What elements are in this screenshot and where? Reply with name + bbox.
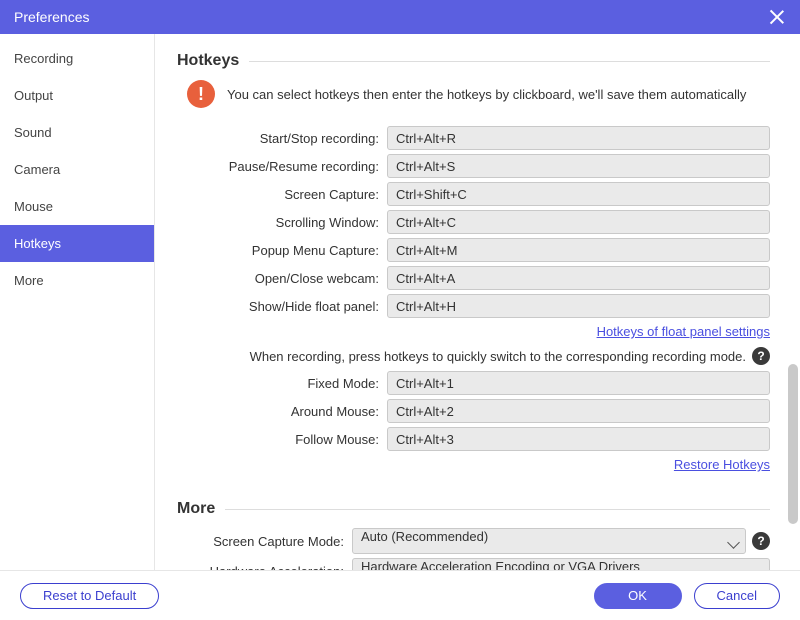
field-label: Scrolling Window: bbox=[177, 215, 387, 230]
field-label: Hardware Acceleration: bbox=[177, 564, 352, 571]
window-title: Preferences bbox=[14, 9, 89, 25]
close-icon[interactable] bbox=[768, 8, 786, 26]
info-text: You can select hotkeys then enter the ho… bbox=[227, 87, 746, 102]
hotkey-input-popup-menu[interactable] bbox=[387, 238, 770, 262]
field-label: Fixed Mode: bbox=[177, 376, 387, 391]
hotkey-input-around-mouse[interactable] bbox=[387, 399, 770, 423]
sidebar-item-hotkeys[interactable]: Hotkeys bbox=[0, 225, 154, 262]
hotkey-input-start-stop[interactable] bbox=[387, 126, 770, 150]
field-label: Popup Menu Capture: bbox=[177, 243, 387, 258]
ok-button[interactable]: OK bbox=[594, 583, 682, 609]
hotkey-input-follow-mouse[interactable] bbox=[387, 427, 770, 451]
hotkey-input-screen-capture[interactable] bbox=[387, 182, 770, 206]
sidebar-item-mouse[interactable]: Mouse bbox=[0, 188, 154, 225]
field-label: Follow Mouse: bbox=[177, 432, 387, 447]
hotkey-input-webcam[interactable] bbox=[387, 266, 770, 290]
field-label: Start/Stop recording: bbox=[177, 131, 387, 146]
select-capture-mode[interactable]: Auto (Recommended) bbox=[352, 528, 746, 554]
sidebar: Recording Output Sound Camera Mouse Hotk… bbox=[0, 34, 155, 570]
hotkey-input-scrolling-window[interactable] bbox=[387, 210, 770, 234]
sidebar-item-sound[interactable]: Sound bbox=[0, 114, 154, 151]
field-label: Pause/Resume recording: bbox=[177, 159, 387, 174]
sidebar-item-output[interactable]: Output bbox=[0, 77, 154, 114]
hotkey-input-pause-resume[interactable] bbox=[387, 154, 770, 178]
select-hw-accel[interactable]: Hardware Acceleration Encoding or VGA Dr… bbox=[352, 558, 770, 570]
cancel-button[interactable]: Cancel bbox=[694, 583, 780, 609]
titlebar: Preferences bbox=[0, 0, 800, 34]
field-label: Show/Hide float panel: bbox=[177, 299, 387, 314]
content-area: Hotkeys ! You can select hotkeys then en… bbox=[155, 34, 800, 570]
divider bbox=[249, 61, 770, 62]
field-label: Screen Capture Mode: bbox=[177, 534, 352, 549]
sidebar-item-more[interactable]: More bbox=[0, 262, 154, 299]
sidebar-item-recording[interactable]: Recording bbox=[0, 40, 154, 77]
reset-button[interactable]: Reset to Default bbox=[20, 583, 159, 609]
field-label: Open/Close webcam: bbox=[177, 271, 387, 286]
scrollbar[interactable] bbox=[788, 364, 798, 524]
mode-note-text: When recording, press hotkeys to quickly… bbox=[250, 349, 746, 364]
help-icon[interactable]: ? bbox=[752, 347, 770, 365]
divider bbox=[225, 509, 770, 510]
exclamation-icon: ! bbox=[187, 80, 215, 108]
section-title-hotkeys: Hotkeys bbox=[177, 52, 239, 70]
hotkey-input-float-panel[interactable] bbox=[387, 294, 770, 318]
section-title-more: More bbox=[177, 500, 215, 518]
link-restore-hotkeys[interactable]: Restore Hotkeys bbox=[674, 457, 770, 472]
field-label: Around Mouse: bbox=[177, 404, 387, 419]
sidebar-item-camera[interactable]: Camera bbox=[0, 151, 154, 188]
footer: Reset to Default OK Cancel bbox=[0, 570, 800, 620]
hotkey-input-fixed-mode[interactable] bbox=[387, 371, 770, 395]
link-float-panel-hotkeys[interactable]: Hotkeys of float panel settings bbox=[597, 324, 770, 339]
field-label: Screen Capture: bbox=[177, 187, 387, 202]
help-icon[interactable]: ? bbox=[752, 532, 770, 550]
